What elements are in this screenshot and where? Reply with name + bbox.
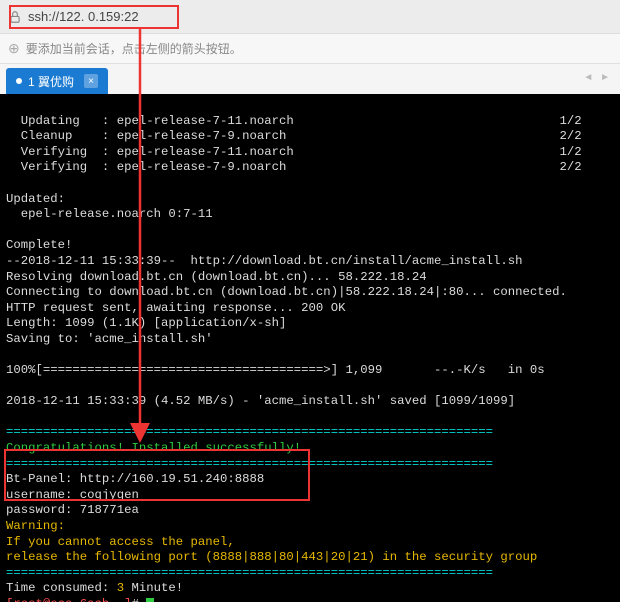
t-line: Updated: xyxy=(6,192,65,206)
t-warning-line: release the following port (8888|888|80|… xyxy=(6,550,537,564)
t-warning-line: If you cannot access the panel, xyxy=(6,535,235,549)
t-line: 100%[===================================… xyxy=(6,363,545,377)
tab-label: 1 翼优购 xyxy=(28,73,74,90)
tab-bar: 1 翼优购 × ◄ ► xyxy=(0,64,620,94)
t-line: Resolving download.bt.cn (download.bt.cn… xyxy=(6,270,427,284)
plus-icon[interactable]: ⊕ xyxy=(8,40,20,57)
t-line: Length: 1099 (1.1K) [application/x-sh] xyxy=(6,316,286,330)
tab-status-dot xyxy=(16,78,22,84)
t-line: Verifying : epel-release-7-11.noarch 1/2 xyxy=(6,145,582,159)
t-divider: ========================================… xyxy=(6,566,493,580)
tab-nav-arrows[interactable]: ◄ ► xyxy=(583,72,612,83)
info-bar: ⊕ 要添加当前会话，点击左侧的箭头按钮。 xyxy=(0,34,620,64)
address-text: ssh://122. 0.159:22 xyxy=(28,9,139,24)
lock-icon xyxy=(8,10,22,24)
t-username: username: coqjygen xyxy=(6,488,139,502)
t-line: 2018-12-11 15:33:39 (4.52 MB/s) - 'acme_… xyxy=(6,394,515,408)
t-line: epel-release.noarch 0:7-11 xyxy=(6,207,213,221)
info-text: 要添加当前会话，点击左侧的箭头按钮。 xyxy=(26,40,242,57)
t-warning: Warning: xyxy=(6,519,65,533)
t-line: Verifying : epel-release-7-9.noarch 2/2 xyxy=(6,160,582,174)
t-congrats: Congratulations! Installed successfully! xyxy=(6,441,301,455)
t-prompt[interactable]: [root@ecs-6acb ~]# xyxy=(6,597,154,602)
cursor-icon xyxy=(146,598,154,602)
tab-session-1[interactable]: 1 翼优购 × xyxy=(6,68,108,94)
terminal-output[interactable]: Updating : epel-release-7-11.noarch 1/2 … xyxy=(0,94,620,602)
t-line: Saving to: 'acme_install.sh' xyxy=(6,332,213,346)
t-time-consumed: Time consumed: 3 Minute! xyxy=(6,581,183,595)
tab-close-button[interactable]: × xyxy=(84,74,98,88)
t-line: --2018-12-11 15:33:39-- http://download.… xyxy=(6,254,523,268)
t-line: Complete! xyxy=(6,238,72,252)
t-line: HTTP request sent, awaiting response... … xyxy=(6,301,345,315)
t-line: Connecting to download.bt.cn (download.b… xyxy=(6,285,567,299)
address-bar[interactable]: ssh://122. 0.159:22 xyxy=(0,0,620,34)
t-line: Cleanup : epel-release-7-9.noarch 2/2 xyxy=(6,129,582,143)
t-password: password: 718771ea xyxy=(6,503,139,517)
t-divider: ========================================… xyxy=(6,425,493,439)
t-divider: ========================================… xyxy=(6,457,493,471)
t-line: Updating : epel-release-7-11.noarch 1/2 xyxy=(6,114,582,128)
t-panel-url: Bt-Panel: http://160.19.51.240:8888 xyxy=(6,472,264,486)
